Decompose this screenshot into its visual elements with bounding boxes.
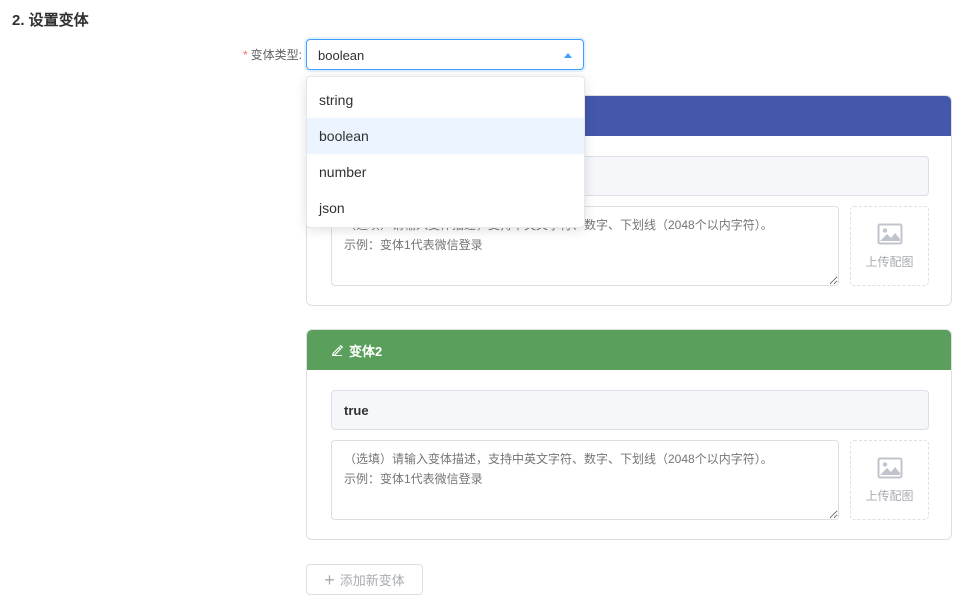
variant-type-label-text: 变体类型: [250, 48, 302, 62]
dropdown-option-number[interactable]: number [307, 154, 584, 190]
required-mark: * [242, 48, 248, 62]
variant-card-title: 变体2 [349, 343, 383, 359]
variant-value-input[interactable]: true [331, 390, 929, 430]
variant-type-select[interactable]: boolean [306, 39, 584, 70]
variant-type-dropdown: string boolean number json [306, 76, 585, 228]
image-icon [877, 457, 902, 478]
upload-image-button[interactable]: 上传配图 [850, 440, 929, 520]
section-title: 2. 设置变体 [12, 12, 89, 29]
variant-type-label: * 变体类型: [226, 46, 302, 63]
variant-description-textarea[interactable] [331, 440, 839, 520]
upload-image-label: 上传配图 [865, 488, 914, 503]
add-variant-label: 添加新变体 [339, 573, 405, 588]
dropdown-option-boolean[interactable]: boolean [307, 118, 584, 154]
edit-icon[interactable] [331, 344, 343, 356]
variant-type-select-value: boolean [318, 48, 365, 63]
dropdown-option-json[interactable]: json [307, 190, 584, 226]
caret-up-icon [564, 53, 572, 58]
upload-image-button[interactable]: 上传配图 [850, 206, 929, 286]
dropdown-option-string[interactable]: string [307, 82, 584, 118]
add-variant-button[interactable]: + 添加新变体 [306, 564, 423, 595]
image-icon [877, 223, 902, 244]
variant-card-2: 变体2 true 上传配图 [306, 329, 952, 540]
plus-icon: + [324, 569, 335, 590]
variant-card-header: 变体2 [307, 330, 951, 370]
upload-image-label: 上传配图 [865, 254, 914, 269]
